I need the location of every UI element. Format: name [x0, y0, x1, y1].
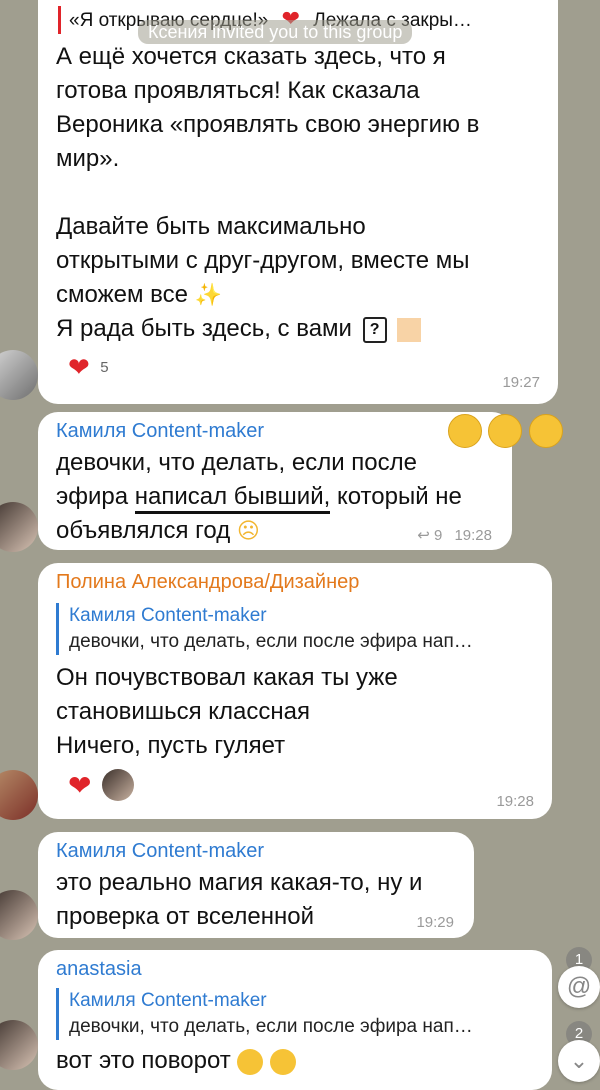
chevron-down-icon: ⌄: [569, 1048, 589, 1073]
red-heart-icon: ❤: [68, 770, 92, 801]
text-segment: объявлялся год: [56, 517, 231, 544]
sparkles-icon: ✨: [194, 282, 223, 307]
avatar[interactable]: [0, 890, 38, 940]
mention-button[interactable]: @: [558, 966, 600, 1008]
message-time: 19:29: [416, 914, 454, 931]
text-line: сможем все: [56, 281, 188, 308]
text-line: становишься классная: [56, 698, 310, 725]
text-line: готова проявляться! Как сказала: [56, 77, 420, 104]
message-time: 19:28: [454, 527, 492, 544]
message-bubble-5[interactable]: anastasia Камиля Content-maker девочки, …: [38, 950, 552, 1090]
sender-name[interactable]: Камиля Content-maker: [56, 420, 264, 443]
message-text: вот это поворот: [56, 1044, 536, 1078]
reply-text: девочки, что делать, если после эфира на…: [69, 631, 473, 652]
reply-name: Камиля Content-maker: [69, 605, 267, 626]
sender-name[interactable]: anastasia: [56, 958, 142, 981]
forward-info: ↩ 9 19:28: [417, 526, 492, 544]
message-bubble-4[interactable]: Камиля Content-maker это реально магия к…: [38, 832, 474, 938]
reaction-chip[interactable]: ❤: [68, 769, 134, 802]
at-icon: @: [566, 973, 592, 1000]
text-segment: который не: [336, 483, 462, 510]
sender-name[interactable]: Полина Александрова/Дизайнер: [56, 571, 359, 594]
reaction-chip[interactable]: ❤ 5: [68, 352, 109, 382]
sweat-smile-emoji-icon: [488, 414, 523, 448]
unamused-emoji-icon: [237, 1048, 264, 1075]
sweat-smile-emoji-icon: [528, 414, 563, 448]
text-line-with-icons: Я рада быть здесь, с вами ?: [56, 312, 546, 346]
text-line: вот это поворот: [56, 1047, 231, 1074]
crying-face-icon: ☹: [236, 518, 260, 543]
reply-name: Камиля Content-maker: [69, 990, 267, 1011]
reactor-avatar: [101, 769, 134, 801]
message-bubble-2[interactable]: Камиля Content-maker девочки, что делать…: [38, 412, 512, 550]
text-line: открытыми с друг-другом, вместе мы: [56, 247, 470, 274]
underlined-text: написал бывший,: [134, 483, 331, 514]
text-line: эфира написал бывший, который не: [56, 480, 506, 514]
forward-icon: ↩: [417, 527, 430, 544]
text-segment: эфира: [56, 483, 129, 510]
question-box-icon: ?: [362, 316, 387, 343]
sender-name[interactable]: Камиля Content-maker: [56, 840, 264, 863]
avatar[interactable]: [0, 502, 38, 552]
reply-quote[interactable]: Камиля Content-maker девочки, что делать…: [56, 988, 539, 1040]
text-line: Ничего, пусть гуляет: [56, 732, 286, 759]
scroll-down-button[interactable]: ⌄: [558, 1040, 600, 1082]
sweat-smile-emoji-icon: [448, 414, 482, 448]
message-time: 19:27: [502, 374, 540, 391]
reaction-emojis[interactable]: [448, 414, 563, 450]
text-line: проверка от вселенной: [56, 903, 315, 930]
message-time: 19:28: [496, 793, 534, 810]
text-line: Я рада быть здесь, с вами: [56, 315, 352, 342]
avatar[interactable]: [0, 350, 38, 400]
text-line: это реально магия какая-то, ну и: [56, 869, 423, 896]
message-text: А ещё хочется сказать здесь, что я готов…: [56, 40, 546, 346]
message-bubble-3[interactable]: Полина Александрова/Дизайнер Камиля Cont…: [38, 563, 552, 819]
text-line: девочки, что делать, если после: [56, 449, 417, 476]
avatar[interactable]: [0, 1020, 38, 1070]
message-text: это реально магия какая-то, ну и проверк…: [56, 866, 456, 934]
fire-heart-icon: ❤: [68, 352, 90, 382]
message-bubble-1[interactable]: «Я открываю сердце!» ❤ Лежала с закры… К…: [38, 0, 558, 404]
text-line: Вероника «проявлять свою энергию в: [56, 111, 480, 138]
peach-square-icon: [397, 317, 422, 342]
message-text: Он почувствовал какая ты уже становишься…: [56, 661, 536, 763]
reply-quote[interactable]: Камиля Content-maker девочки, что делать…: [56, 603, 539, 655]
text-line: А ещё хочется сказать здесь, что я: [56, 43, 446, 70]
text-line-with-icon: сможем все ✨: [56, 278, 546, 312]
reply-text: девочки, что делать, если после эфира на…: [69, 1016, 473, 1037]
reaction-count: 5: [100, 359, 109, 376]
text-line: Он почувствовал какая ты уже: [56, 664, 398, 691]
text-line: мир».: [56, 145, 120, 172]
avatar[interactable]: [0, 770, 38, 820]
unamused-emoji-icon: [270, 1048, 297, 1075]
text-line: Давайте быть максимально: [56, 213, 366, 240]
forward-count: 9: [433, 527, 443, 544]
